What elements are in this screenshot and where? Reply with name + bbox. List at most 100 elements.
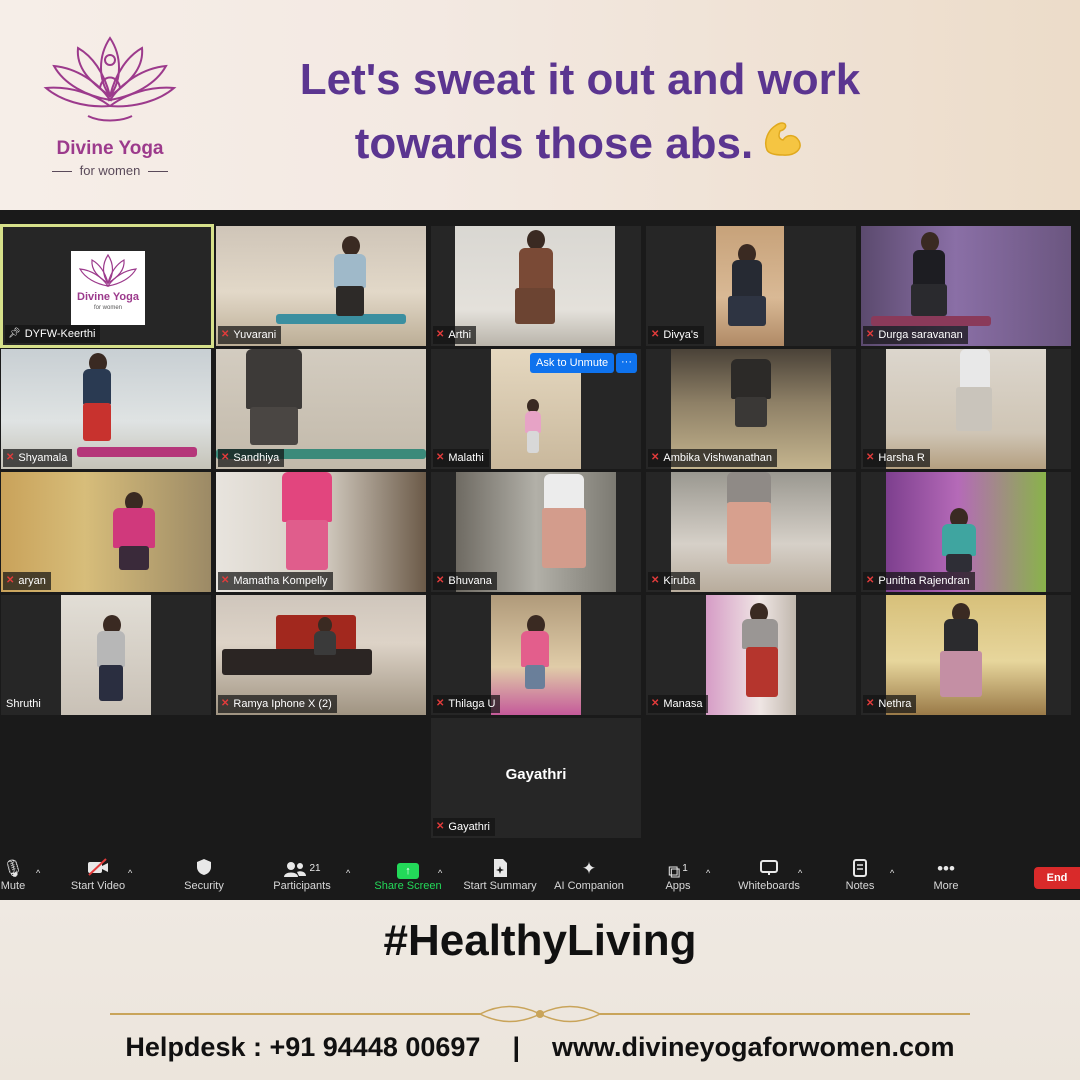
whiteboard-icon [734,858,804,880]
whiteboards-button[interactable]: Whiteboards [734,858,804,892]
divine-yoga-logo: Divine Yoga for women [30,30,190,185]
participant-tile[interactable]: ✕ Kiruba [646,472,856,592]
more-button[interactable]: ••• More [926,858,966,892]
footer-banner: #HealthyLiving Helpdesk : +91 94448 0069… [0,900,1080,1080]
person-legs [336,286,364,316]
apps-options-caret[interactable]: ^ [706,862,710,884]
host-logo-subtext: for women [93,305,122,311]
mic-muted-icon: ✕ [866,329,875,340]
start-summary-button[interactable]: Start Summary [460,858,540,892]
ai-companion-label: AI Companion [554,880,624,892]
chevron-up-icon: ^ [798,868,803,878]
person-legs [83,403,111,441]
participant-tile[interactable]: ✕ Arthi [431,226,641,346]
chevron-up-icon: ^ [706,868,711,878]
participant-tile[interactable]: ✕ Ambika Vishwanathan [646,349,856,469]
mic-muted-icon: ✕ [436,821,445,832]
brand-subtitle: for women [30,163,190,178]
mute-button[interactable]: 🎙︎ Mute [0,858,26,892]
start-video-button[interactable]: Start Video [64,858,132,892]
person-head [921,232,939,252]
notes-options-caret[interactable]: ^ [890,862,894,884]
participant-tile[interactable]: ✕ Punitha Rajendran [861,472,1071,592]
participants-button[interactable]: 21 Participants [268,858,336,892]
mic-muted-icon: ✕ [651,698,660,709]
security-button[interactable]: Security [176,858,232,892]
participants-options-caret[interactable]: ^ [346,862,350,884]
participant-tile[interactable]: ✕ Nethra [861,595,1071,715]
mic-muted-icon: ✕ [651,329,660,340]
participant-name-tag: ✕ Arthi [433,326,477,344]
person-head [342,236,360,256]
person-torso [960,349,990,389]
person-legs [911,284,947,316]
meeting-toolbar: 🎙︎ Mute ^ Start Video ^ Security 21 Part… [0,850,1080,900]
participant-name-tag: ✕ Manasa [648,695,708,713]
participant-tile[interactable]: ✕ Ramya Iphone X (2) [216,595,426,715]
whiteboards-options-caret[interactable]: ^ [798,862,802,884]
participant-tile[interactable]: ✕ Sandhiya [216,349,426,469]
person-legs [250,407,298,445]
share-options-caret[interactable]: ^ [438,862,442,884]
chevron-up-icon: ^ [438,868,443,878]
participant-video [706,595,796,715]
mic-muted-icon: ✕ [866,452,875,463]
share-screen-label: Share Screen [374,880,442,892]
apps-count: 1 [682,863,688,874]
share-screen-icon: ↑ [372,858,444,880]
person-torso [113,508,155,548]
participant-tile[interactable]: ✕ Durga saravanan [861,226,1071,346]
mic-muted-icon: ✕ [221,452,230,463]
participant-tile[interactable]: ✕ Shyamala [1,349,211,469]
website-link[interactable]: www.divineyogaforwomen.com [552,1032,955,1062]
person-torso [942,524,976,556]
participant-more-options-button[interactable]: ··· [616,353,637,373]
participant-tile[interactable]: Divine Yoga for women 📌︎ DYFW-Keerthi [0,224,214,348]
participant-name: Durga saravanan [878,329,963,341]
mic-muted-icon: ✕ [436,452,445,463]
participant-video [491,595,581,715]
participant-name: Malathi [448,452,484,464]
participant-tile[interactable]: ✕ Thilaga U [431,595,641,715]
apps-button[interactable]: ⧉ 1 Apps [660,858,696,892]
participant-tile[interactable]: ✕ Bhuvana [431,472,641,592]
apps-label: Apps [665,880,691,892]
person-torso [525,411,541,433]
notes-label: Notes [845,880,875,892]
participant-tile[interactable]: ✕ Harsha R [861,349,1071,469]
participant-name-tag: ✕ Shyamala [3,449,73,467]
host-logo-text: Divine Yoga [77,291,139,303]
audio-options-caret[interactable]: ^ [36,862,40,884]
start-video-label: Start Video [70,880,126,892]
participant-tile[interactable]: ✕ Yuvarani [216,226,426,346]
zoom-meeting-window: Divine Yoga for women 📌︎ DYFW-Keerthi ✕ Yu… [0,210,1080,900]
ask-to-unmute-button[interactable]: Ask to Unmute [530,353,615,373]
apps-icon: ⧉ 1 [668,862,688,882]
participant-tile[interactable]: Shruthi [1,595,211,715]
notes-button[interactable]: Notes [840,858,880,892]
video-off-icon [64,858,132,880]
participant-tile[interactable]: ✕ Mamatha Kompelly [216,472,426,592]
person-legs [728,296,766,326]
participant-name: Gayathri [448,821,490,833]
mic-muted-icon: ✕ [866,698,875,709]
participant-name-tag: ✕ Punitha Rajendran [863,572,975,590]
participant-name-tag: ✕ Kiruba [648,572,701,590]
end-meeting-button[interactable]: End [1034,867,1080,889]
ai-companion-button[interactable]: ✦ AI Companion [550,858,628,892]
participant-tile[interactable]: ✕ Manasa [646,595,856,715]
notes-icon [840,858,880,880]
participant-name: Nethra [878,698,912,710]
participant-name-tag: 📌︎ DYFW-Keerthi [5,325,101,343]
share-screen-button[interactable]: ↑ Share Screen [372,858,444,892]
participants-count: 21 [309,863,321,874]
participant-name: Divya's [663,329,699,341]
participant-name: Ramya Iphone X (2) [233,698,332,710]
video-options-caret[interactable]: ^ [128,862,132,884]
participant-tile[interactable]: ✕ aryan [1,472,211,592]
participant-tile[interactable]: ✕ Divya's [646,226,856,346]
headline-line-2: towards those abs. [230,112,930,178]
participant-name: Bhuvana [448,575,492,587]
participant-tile-video-off[interactable]: Gayathri ✕ Gayathri [431,718,641,838]
hashtag: #HealthyLiving [383,916,697,965]
